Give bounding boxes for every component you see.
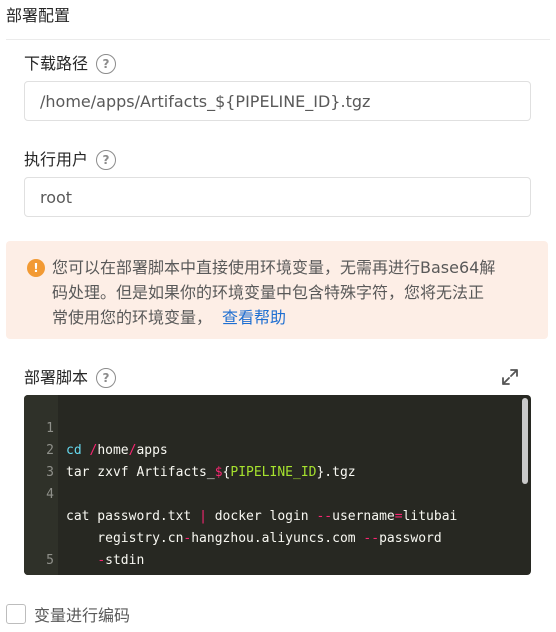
encode-variable-label[interactable]: 变量进行编码 (34, 602, 130, 626)
exec-user-label-text: 执行用户 (24, 150, 89, 169)
download-path-label: 下载路径 ? (24, 52, 117, 76)
section-title: 部署配置 (6, 6, 71, 25)
code-line: -stdin (24, 506, 521, 568)
notice-line-3-text: 常使用您的环境变量， (52, 308, 213, 327)
deploy-script-label-text: 部署脚本 (24, 368, 89, 387)
code-editor[interactable]: 1 cd /home/apps 2 tar zxvf Artifacts_${P… (24, 395, 531, 575)
code-line: 1 cd /home/apps (24, 396, 521, 458)
warning-icon: ! (27, 259, 45, 277)
exec-user-input[interactable] (24, 177, 531, 217)
help-icon[interactable]: ? (96, 368, 117, 388)
env-var-notice: ! 您可以在部署脚本中直接使用环境变量，无需再进行Base64解 码处理。但是如… (6, 241, 548, 339)
code-line: 6 sed -i 's#HOST_IP=.*#HOST_IP=192.168.3… (24, 552, 521, 574)
notice-line-1: 您可以在部署脚本中直接使用环境变量，无需再进行Base64解 (52, 258, 496, 277)
expand-icon[interactable] (500, 367, 520, 387)
notice-line-2: 码处理。但是如果你的环境变量中包含特殊字符，您将无法正 (52, 283, 485, 302)
code-line: 2 tar zxvf Artifacts_${PIPELINE_ID}.tgz (24, 418, 521, 480)
code-line: 3 (24, 440, 521, 480)
help-icon[interactable]: ? (96, 54, 117, 74)
download-path-label-text: 下载路径 (24, 54, 89, 73)
editor-scrollbar[interactable] (522, 398, 528, 484)
download-path-input[interactable] (24, 81, 531, 121)
deploy-script-label: 部署脚本 ? (24, 366, 117, 390)
encode-variable-checkbox[interactable] (6, 604, 26, 624)
view-help-link[interactable]: 查看帮助 (222, 308, 286, 327)
line-number: 6 (24, 574, 56, 575)
encode-variable-row[interactable]: 变量进行编码 (6, 602, 130, 626)
code-line: 4 cat password.txt | docker login --user… (24, 462, 521, 524)
notice-line-3: 常使用您的环境变量， 查看帮助 (52, 305, 532, 330)
code-line: registry.cn-hangzhou.aliyuncs.com --pass… (24, 484, 521, 546)
section-divider (6, 39, 550, 40)
help-icon[interactable]: ? (96, 150, 117, 170)
exec-user-label: 执行用户 ? (24, 148, 117, 172)
code-line: 5 (24, 528, 521, 568)
